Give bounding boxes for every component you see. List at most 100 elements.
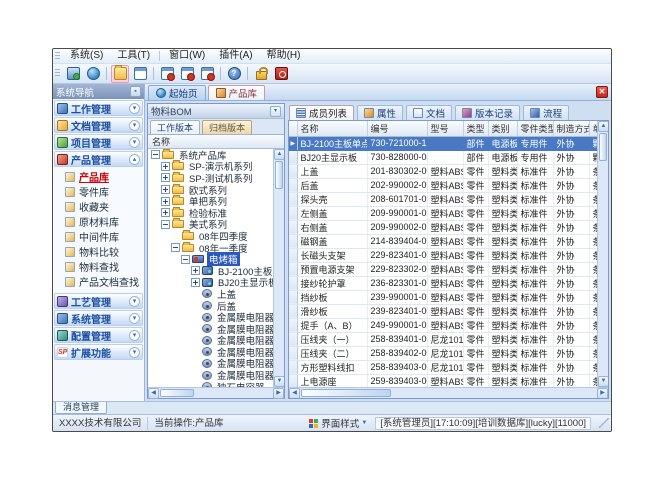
scroll-down-icon[interactable]: ▼	[598, 376, 609, 387]
column-header-类型[interactable]: 类型	[463, 121, 488, 136]
globe-button[interactable]	[84, 65, 102, 83]
column-header-零件类型[interactable]: 零件类型	[517, 121, 553, 136]
chevron-down-icon[interactable]: ▾	[129, 137, 140, 148]
sidebar-item-零件库[interactable]: 零件库	[53, 184, 144, 199]
table-row[interactable]: 右侧盖209-990002-01X塑料ABS零件塑料类标准件外协条	[289, 220, 597, 234]
doc-tab-起始页[interactable]: 起始页	[148, 85, 206, 100]
lock-button[interactable]	[252, 65, 270, 83]
table-row[interactable]: 后盖202-990002-01X塑料ABS零件塑料类标准件外协条	[289, 178, 597, 192]
table-row[interactable]: 上盖201-830302-00X塑料ABS零件塑料类标准件外协条	[289, 164, 597, 178]
menu-item-1[interactable]: 工具(T)	[110, 49, 157, 63]
version-tab-归档版本[interactable]: 归档版本	[202, 120, 252, 134]
menu-item-3[interactable]: 插件(A)	[212, 49, 259, 63]
tree-vscroll-thumb[interactable]	[275, 161, 283, 189]
bom-panel-pin-button[interactable]: ▾	[270, 106, 281, 117]
table-vscroll-thumb[interactable]	[599, 133, 607, 161]
scroll-right-icon[interactable]: ▶	[597, 388, 608, 399]
tree-node-20[interactable]: 独石电容器	[148, 381, 284, 387]
chevron-up-icon[interactable]: ▴	[129, 154, 140, 165]
column-header-编号[interactable]: 编号	[367, 121, 427, 136]
tab-流程[interactable]: 流程	[523, 105, 569, 120]
menu-item-0[interactable]: 系统(S)	[63, 49, 110, 63]
expand-icon[interactable]	[161, 197, 170, 206]
menu-item-4[interactable]: 帮助(H)	[260, 49, 308, 63]
sidebar-group-3[interactable]: 产品管理▴	[54, 151, 143, 167]
table-row[interactable]: 挡纱板239-990001-01X塑料ABS零件塑料类标准件外协条	[289, 290, 597, 304]
sidebar-item-物料查找[interactable]: 物料查找	[53, 259, 144, 274]
collapse-icon[interactable]	[171, 243, 180, 252]
sidebar-group-7[interactable]: SP扩展功能▾	[54, 344, 143, 360]
expand-icon[interactable]	[161, 162, 170, 171]
close-other-button[interactable]	[198, 65, 216, 83]
column-header-型号[interactable]: 型号	[427, 121, 463, 136]
chevron-down-icon[interactable]: ▾	[129, 330, 140, 341]
sidebar-group-5[interactable]: 系统管理▾	[54, 310, 143, 326]
table-vertical-scrollbar[interactable]: ▲ ▼	[597, 121, 608, 387]
tree-hscroll-thumb[interactable]	[160, 389, 194, 397]
tree-column-header[interactable]: 名称	[148, 135, 284, 149]
sidebar-group-2[interactable]: 项目管理▾	[54, 134, 143, 150]
tab-版本记录[interactable]: 版本记录	[455, 105, 520, 120]
tree-vertical-scrollbar[interactable]: ▲ ▼	[273, 149, 284, 387]
sidebar-item-产品库[interactable]: 产品库	[53, 169, 144, 184]
chevron-down-icon[interactable]: ▾	[129, 296, 140, 307]
table-hscroll-thumb[interactable]	[301, 389, 391, 397]
sidebar-group-6[interactable]: 配置管理▾	[54, 327, 143, 343]
tab-成员列表[interactable]: 成员列表	[289, 105, 354, 120]
sidebar-item-原材料库[interactable]: 原材料库	[53, 214, 144, 229]
table-row[interactable]: 磁钢盖214-839404-01X塑料ABS零件塑料类标准件外协条	[289, 234, 597, 248]
column-header-单位[interactable]: 单位	[589, 121, 597, 136]
window-list-button[interactable]	[131, 65, 149, 83]
sidebar-group-0[interactable]: 工作管理▾	[54, 100, 143, 116]
table-row[interactable]: ▶BJ-2100主板单点730-721000-12X部件电源板专用件外协颗	[289, 136, 597, 150]
scroll-left-icon[interactable]: ◀	[289, 388, 300, 399]
collapse-icon[interactable]	[181, 255, 190, 264]
table-row[interactable]: 滑纱板239-823401-00X塑料ABS零件塑料类标准件外协条	[289, 304, 597, 318]
expand-icon[interactable]	[161, 173, 170, 182]
close-tab-button[interactable]: ✕	[596, 86, 608, 98]
sidebar-item-中间件库[interactable]: 中间件库	[53, 229, 144, 244]
table-row[interactable]: 预置电源支架229-823302-00X塑料ABS零件塑料类标准件外协条	[289, 262, 597, 276]
version-tab-工作版本[interactable]: 工作版本	[150, 120, 200, 134]
column-header-制造方式[interactable]: 制造方式	[553, 121, 589, 136]
collapse-icon[interactable]	[161, 220, 170, 229]
collapse-icon[interactable]	[151, 150, 160, 159]
table-row[interactable]: 长磁头支架229-823401-00X塑料ABS零件塑料类标准件外协条	[289, 248, 597, 262]
table-row[interactable]: 提手（A、B）249-990001-01X塑料ABS零件塑料类标准件外协条	[289, 318, 597, 332]
sidebar-header-button[interactable]: ▪	[130, 86, 141, 97]
sidebar-item-物料比较[interactable]: 物料比较	[53, 244, 144, 259]
chevron-down-icon[interactable]: ▾	[129, 313, 140, 324]
table-row[interactable]: 左侧盖209-990001-01X塑料ABS零件塑料类标准件外协条	[289, 206, 597, 220]
open-library-button[interactable]	[111, 65, 129, 83]
sidebar-item-收藏夹[interactable]: 收藏夹	[53, 199, 144, 214]
doc-tab-产品库[interactable]: 产品库	[208, 85, 266, 100]
scroll-up-icon[interactable]: ▲	[598, 121, 609, 132]
column-header-名称[interactable]: 名称	[297, 121, 367, 136]
column-header-类别[interactable]: 类别	[488, 121, 517, 136]
table-row[interactable]: 上电源座259-839403-00X塑料ABS零件塑料类标准件外协条	[289, 374, 597, 387]
scroll-left-icon[interactable]: ◀	[148, 388, 159, 399]
system-button[interactable]	[64, 65, 82, 83]
table-row[interactable]: 压线夹（一）258-839401-00X尼龙1010零件塑料类标准件外协条	[289, 332, 597, 346]
table-row[interactable]: 压线夹（二）258-839402-00X尼龙1010零件塑料类标准件外协条	[289, 346, 597, 360]
resize-grip[interactable]	[599, 418, 609, 428]
table-horizontal-scrollbar[interactable]: ◀ ▶	[289, 387, 608, 398]
scroll-down-icon[interactable]: ▼	[274, 376, 284, 387]
scroll-right-icon[interactable]: ▶	[273, 388, 284, 399]
message-management-tab[interactable]: 消息管理	[55, 402, 107, 414]
sidebar-item-产品文档查找[interactable]: 产品文档查找	[53, 274, 144, 289]
expand-icon[interactable]	[191, 266, 200, 275]
scroll-up-icon[interactable]: ▲	[274, 149, 284, 160]
expand-icon[interactable]	[161, 185, 170, 194]
chevron-down-icon[interactable]: ▾	[129, 120, 140, 131]
table-row[interactable]: BJ20主显示板730-828000-04X部件电源板专用件外协颗	[289, 150, 597, 164]
sidebar-group-4[interactable]: 工艺管理▾	[54, 293, 143, 309]
menu-item-2[interactable]: 窗口(W)	[162, 49, 212, 63]
close-doc-button[interactable]	[158, 65, 176, 83]
expand-icon[interactable]	[161, 208, 170, 217]
sidebar-group-1[interactable]: 文档管理▾	[54, 117, 143, 133]
chevron-down-icon[interactable]: ▾	[129, 103, 140, 114]
tab-属性[interactable]: 属性	[357, 105, 403, 120]
exit-button[interactable]	[272, 65, 290, 83]
interface-style-button[interactable]: 界面样式 ▼	[305, 417, 371, 430]
